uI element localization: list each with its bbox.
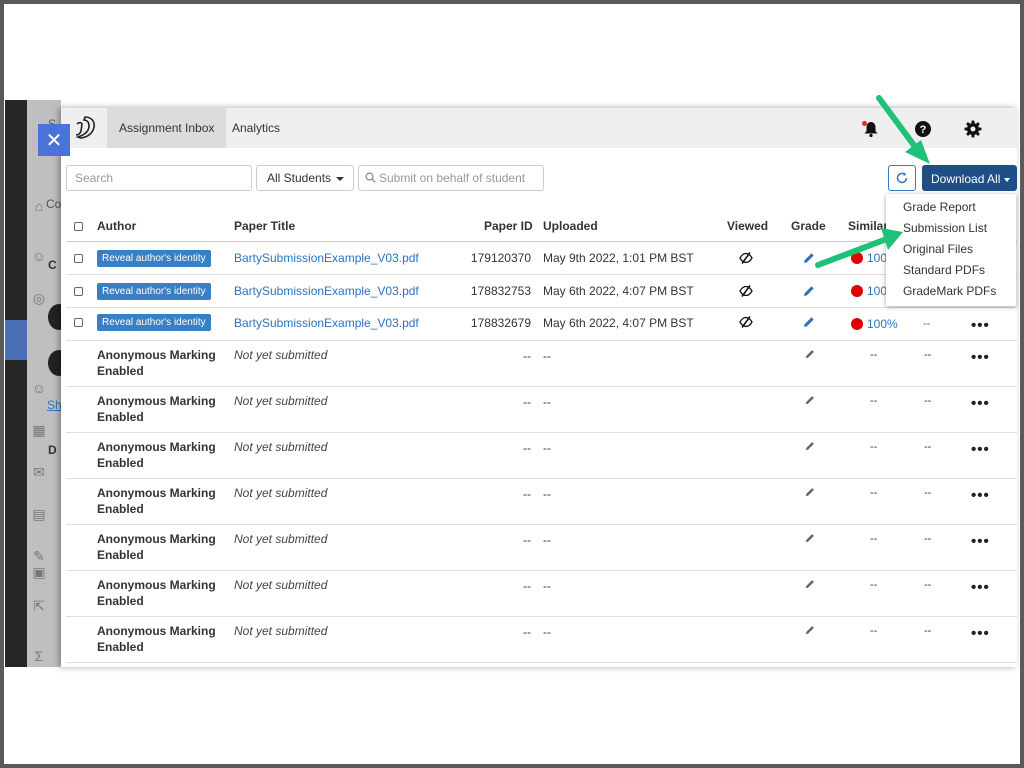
arrow-to-submission-list — [815, 228, 903, 268]
annotation-arrows — [815, 95, 930, 268]
arrow-to-download-all — [876, 95, 930, 164]
